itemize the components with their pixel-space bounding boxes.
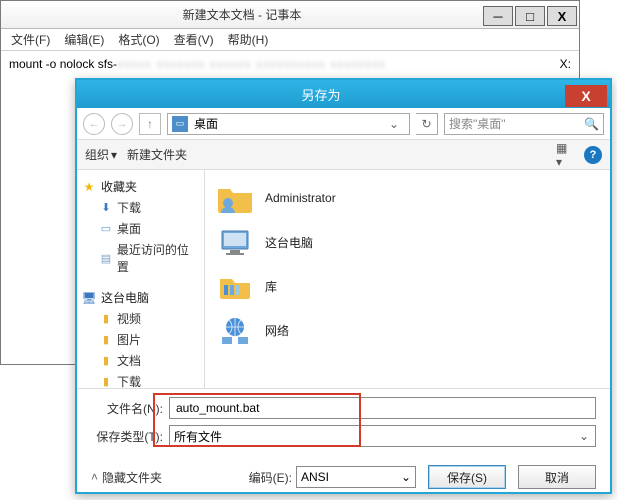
star-icon: ★ [81,179,97,195]
path-location: 桌面 [194,115,218,132]
menu-help[interactable]: 帮助(H) [222,29,275,50]
tree-documents[interactable]: ▮文档 [81,350,200,371]
tree-recent[interactable]: ▤最近访问的位置 [81,239,200,277]
list-item-administrator[interactable]: Administrator [213,176,602,220]
tree-pictures[interactable]: ▮图片 [81,329,200,350]
saveas-title: 另存为 [77,85,565,104]
folder-icon: ▮ [99,354,113,368]
organize-button[interactable]: 组织 ▾ [85,146,117,163]
notepad-title: 新建文本文档 - 记事本 [1,6,483,23]
filetype-select[interactable]: 所有文件 ⌄ [169,425,596,447]
folder-icon: ▮ [99,333,113,347]
menu-view[interactable]: 查看(V) [168,29,220,50]
maximize-button[interactable]: □ [515,6,545,26]
pc-icon: 🖥 [81,290,97,306]
pc-icon [215,224,255,260]
refresh-button[interactable]: ↻ [416,113,438,135]
save-button[interactable]: 保存(S) [428,465,506,489]
drive-letter: X: [541,57,571,71]
tree-downloads[interactable]: ⬇下载 [81,197,200,218]
search-input[interactable]: 搜索"桌面" 🔍 [444,113,604,135]
forward-button[interactable]: → [111,113,133,135]
tree-videos[interactable]: ▮视频 [81,308,200,329]
folder-icon: ▮ [99,375,113,389]
network-icon [215,312,255,348]
close-button[interactable]: X [547,6,577,26]
filetype-label: 保存类型(T): [91,428,169,445]
redacted-text: xxxxx xxxxxxx xxxxxx xxxxxxxxxx xxxxxxxx [117,57,386,71]
search-icon: 🔍 [584,117,599,131]
close-button[interactable]: X [565,85,607,107]
save-fields: 文件名(N): 保存类型(T): 所有文件 ⌄ [77,388,610,457]
file-list[interactable]: Administrator 这台电脑 库 网络 [205,170,610,388]
user-folder-icon [215,180,255,216]
menu-format[interactable]: 格式(O) [112,29,165,50]
cancel-button[interactable]: 取消 [518,465,596,489]
chevron-up-icon: ˄ [91,470,98,484]
download-icon: ⬇ [99,201,113,215]
libraries-icon [215,268,255,304]
up-button[interactable]: ↑ [139,113,161,135]
folder-icon: ▮ [99,312,113,326]
nav-tree: ★ 收藏夹 ⬇下载 ▭桌面 ▤最近访问的位置 🖥 这台电脑 ▮视频 ▮图片 ▮文… [77,170,205,388]
minimize-button[interactable]: ─ [483,6,513,26]
menu-file[interactable]: 文件(F) [5,29,56,50]
filename-input[interactable] [169,397,596,419]
chevron-down-icon: ⌄ [577,429,591,443]
nav-bar: ← → ↑ ▭ 桌面 ⌄ ↻ 搜索"桌面" 🔍 [77,108,610,140]
notepad-menu-bar: 文件(F) 编辑(E) 格式(O) 查看(V) 帮助(H) [1,29,579,51]
tree-this-pc[interactable]: 🖥 这台电脑 [81,287,200,308]
list-item-this-pc[interactable]: 这台电脑 [213,220,602,264]
list-item-libraries[interactable]: 库 [213,264,602,308]
tree-favorites[interactable]: ★ 收藏夹 [81,176,200,197]
desktop-icon: ▭ [99,222,113,236]
toolbar: 组织 ▾ 新建文件夹 ▦ ▾ ? [77,140,610,170]
notepad-command: mount -o nolock sfs- [9,57,117,71]
search-placeholder: 搜索"桌面" [449,115,506,132]
list-item-network[interactable]: 网络 [213,308,602,352]
new-folder-button[interactable]: 新建文件夹 [127,146,187,163]
view-button[interactable]: ▦ ▾ [556,145,576,165]
help-button[interactable]: ? [584,146,602,164]
desktop-icon: ▭ [172,116,188,132]
chevron-down-icon: ▾ [111,148,117,162]
dialog-footer: ˄ 隐藏文件夹 编码(E): ANSI ⌄ 保存(S) 取消 [77,457,610,499]
encoding-label: 编码(E): [249,469,292,486]
saveas-title-bar: 另存为 X [77,80,610,108]
chevron-down-icon: ⌄ [401,470,411,484]
notepad-title-bar: 新建文本文档 - 记事本 ─ □ X [1,1,579,29]
notepad-text-area[interactable]: mount -o nolock sfs-xxxxx xxxxxxx xxxxxx… [1,51,579,77]
filename-label: 文件名(N): [91,400,169,417]
encoding-select[interactable]: ANSI ⌄ [296,466,416,488]
recent-icon: ▤ [99,251,113,265]
address-bar[interactable]: ▭ 桌面 ⌄ [167,113,410,135]
save-as-dialog: 另存为 X ← → ↑ ▭ 桌面 ⌄ ↻ 搜索"桌面" 🔍 组织 ▾ 新建文件夹… [75,78,612,494]
tree-downloads-pc[interactable]: ▮下载 [81,371,200,388]
path-chevrons[interactable]: ⌄ [383,117,405,131]
tree-desktop[interactable]: ▭桌面 [81,218,200,239]
menu-edit[interactable]: 编辑(E) [58,29,110,50]
hide-folders-toggle[interactable]: ˄ 隐藏文件夹 [91,469,162,486]
back-button[interactable]: ← [83,113,105,135]
